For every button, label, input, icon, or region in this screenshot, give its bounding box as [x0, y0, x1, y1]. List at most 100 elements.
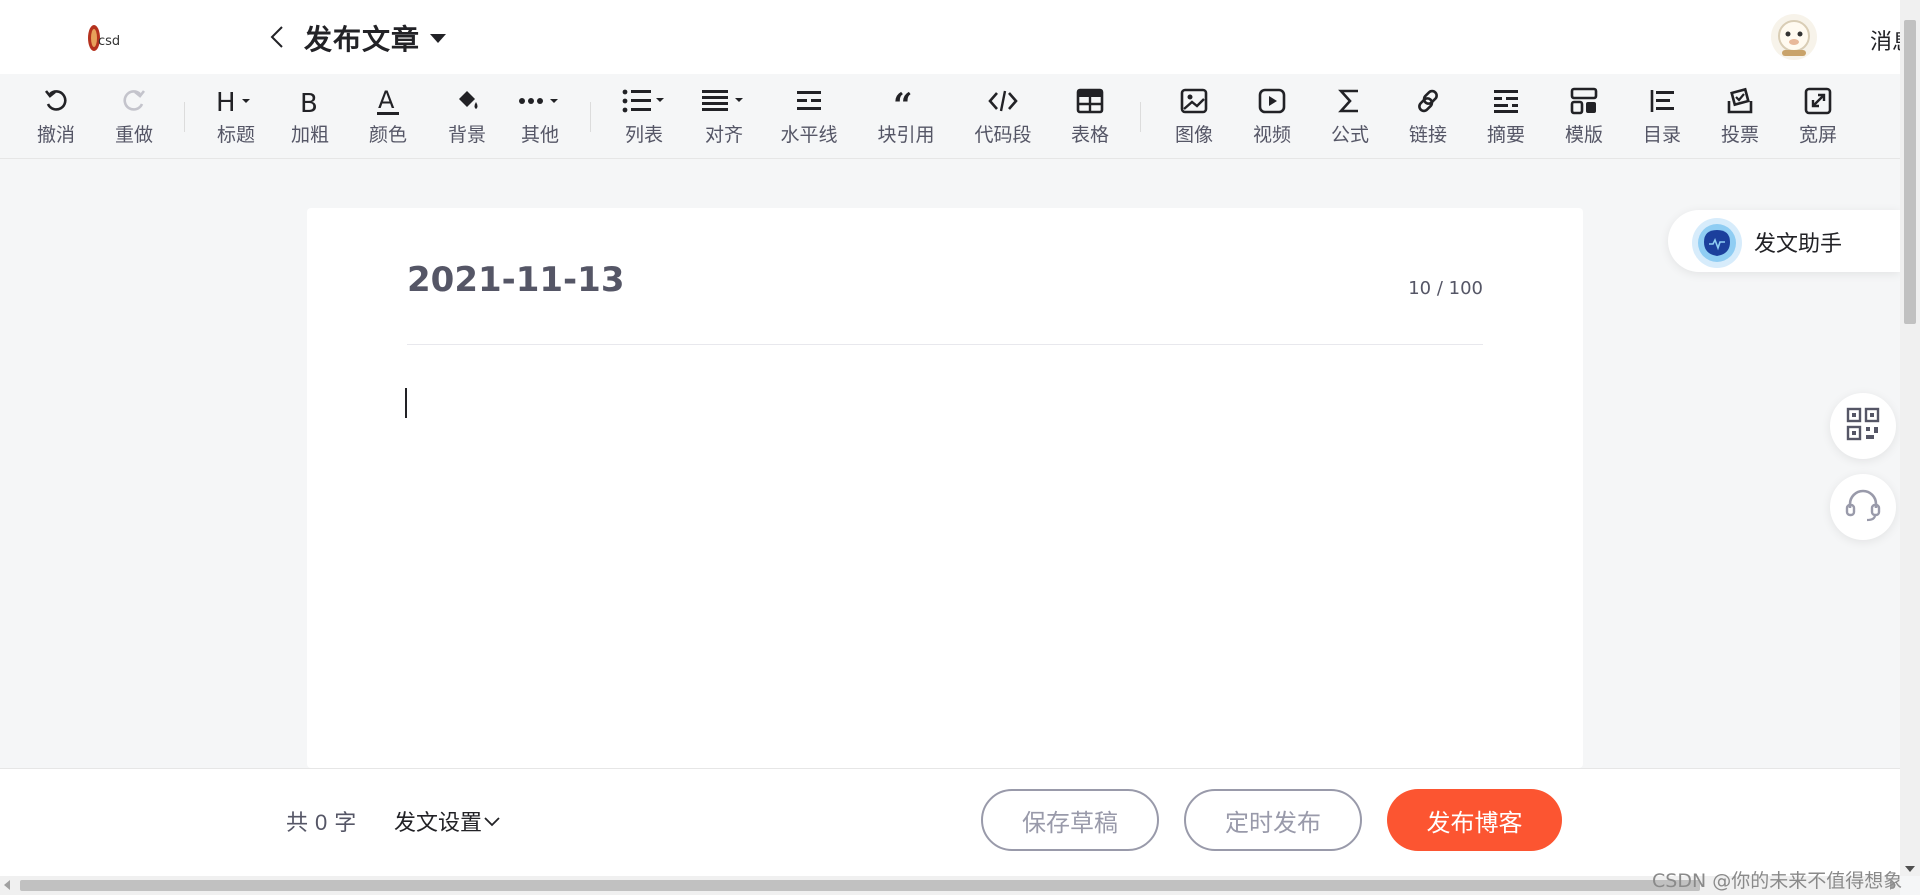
- toolbar-color[interactable]: A 颜色: [368, 84, 408, 154]
- toolbar-toc-label: 目录: [1642, 124, 1681, 146]
- top-header: csdn 发布文章 消息: [0, 0, 1900, 74]
- toolbar-undo-label: 撤消: [36, 124, 75, 146]
- toolbar-summary[interactable]: 摘要: [1486, 84, 1526, 154]
- writing-assistant-button[interactable]: 发文助手: [1668, 210, 1900, 272]
- save-draft-button[interactable]: 保存草稿: [981, 789, 1159, 851]
- article-title-input[interactable]: 2021-11-13: [407, 260, 624, 300]
- editor-canvas[interactable]: 2021-11-13 10 / 100: [307, 208, 1583, 768]
- redo-icon: [120, 84, 148, 118]
- toolbar-list-label: 列表: [624, 124, 663, 146]
- editor-toolbar: 撤消 重做 H 标题 B 加粗 A 颜色 背景 其他 列表 对齐 水平线 “ 块…: [0, 74, 1900, 159]
- toolbar-horizontal-rule-label: 水平线: [780, 124, 838, 146]
- toolbar-bold-label: 加粗: [290, 124, 329, 146]
- schedule-publish-button[interactable]: 定时发布: [1184, 789, 1362, 851]
- toolbar-more-label: 其他: [520, 124, 559, 146]
- toc-icon: [1648, 84, 1676, 118]
- vertical-scroll-thumb[interactable]: [1904, 20, 1916, 324]
- text-color-icon: A: [375, 84, 401, 118]
- toolbar-background[interactable]: 背景: [447, 84, 487, 154]
- title-dropdown-caret-icon[interactable]: [430, 34, 446, 43]
- toolbar-separator: [1140, 102, 1141, 132]
- toolbar-table[interactable]: 表格: [1070, 84, 1110, 154]
- toolbar-color-label: 颜色: [368, 124, 407, 146]
- toolbar-toc[interactable]: 目录: [1642, 84, 1682, 154]
- bottom-action-bar: 共 0 字 发文设置 保存草稿 定时发布 发布博客: [0, 768, 1900, 877]
- toolbar-more[interactable]: 其他: [516, 84, 564, 154]
- toolbar-horizontal-rule[interactable]: 水平线: [780, 84, 838, 154]
- qrcode-icon: [1846, 407, 1880, 445]
- toolbar-background-label: 背景: [447, 124, 486, 146]
- toolbar-widescreen-label: 宽屏: [1798, 124, 1837, 146]
- toolbar-bold[interactable]: B 加粗: [290, 84, 330, 154]
- undo-icon: [42, 84, 70, 118]
- toolbar-link-label: 链接: [1408, 124, 1447, 146]
- table-icon: [1076, 84, 1104, 118]
- word-count-prefix: 共: [286, 811, 309, 836]
- toolbar-blockquote[interactable]: “ 块引用: [876, 84, 936, 154]
- page-title: 发布文章: [304, 23, 421, 56]
- blockquote-icon: “: [893, 84, 919, 118]
- link-icon: [1414, 84, 1442, 118]
- assistant-avatar-icon: [1692, 218, 1742, 268]
- csdn-logo[interactable]: csdn: [84, 18, 128, 56]
- toolbar-align-label: 对齐: [704, 124, 743, 146]
- qrcode-button[interactable]: [1830, 393, 1896, 459]
- word-count-value: 0: [315, 810, 328, 835]
- toolbar-code-label: 代码段: [974, 124, 1032, 146]
- toolbar-separator: [184, 102, 185, 132]
- headset-icon: [1845, 488, 1881, 526]
- back-chevron-icon[interactable]: [264, 22, 290, 52]
- image-icon: [1180, 84, 1208, 118]
- align-icon: [702, 84, 746, 118]
- toolbar-image[interactable]: 图像: [1174, 84, 1214, 154]
- toolbar-image-label: 图像: [1174, 124, 1213, 146]
- toolbar-vote[interactable]: 投票: [1720, 84, 1760, 154]
- toolbar-undo[interactable]: 撤消: [36, 84, 76, 154]
- toolbar-template-label: 模版: [1564, 124, 1603, 146]
- toolbar-template[interactable]: 模版: [1564, 84, 1604, 154]
- title-char-count: 10 / 100: [1408, 278, 1483, 299]
- svg-text:A: A: [378, 86, 395, 114]
- svg-text:B: B: [300, 89, 318, 115]
- toolbar-list[interactable]: 列表: [622, 84, 666, 154]
- toolbar-widescreen[interactable]: 宽屏: [1798, 84, 1838, 154]
- toolbar-align[interactable]: 对齐: [702, 84, 746, 154]
- scroll-left-arrow-icon[interactable]: [4, 880, 10, 890]
- word-count: 共 0 字: [286, 805, 356, 837]
- title-divider: [407, 344, 1483, 345]
- summary-icon: [1492, 84, 1520, 118]
- paint-bucket-icon: [453, 84, 481, 118]
- messages-link[interactable]: 消息: [1870, 24, 1900, 56]
- toolbar-video[interactable]: 视频: [1252, 84, 1292, 154]
- sigma-icon: [1338, 84, 1362, 118]
- svg-text:H: H: [216, 88, 236, 115]
- more-icon: [518, 84, 562, 118]
- horizontal-scroll-thumb[interactable]: [20, 880, 1700, 891]
- customer-service-button[interactable]: [1830, 474, 1896, 540]
- toolbar-formula[interactable]: 公式: [1330, 84, 1370, 154]
- video-icon: [1258, 84, 1286, 118]
- csdn-watermark: CSDN @你的未来不值得想象: [1652, 870, 1903, 892]
- horizontal-scrollbar[interactable]: [0, 876, 1900, 895]
- toolbar-link[interactable]: 链接: [1408, 84, 1448, 154]
- avatar[interactable]: [1770, 12, 1818, 62]
- toolbar-blockquote-label: 块引用: [877, 124, 935, 146]
- scroll-down-arrow-icon[interactable]: [1905, 866, 1915, 872]
- heading-icon: H: [216, 84, 256, 118]
- vertical-scrollbar[interactable]: [1900, 0, 1920, 876]
- toolbar-formula-label: 公式: [1330, 124, 1369, 146]
- toolbar-summary-label: 摘要: [1486, 124, 1525, 146]
- publish-blog-button[interactable]: 发布博客: [1387, 789, 1562, 851]
- svg-text:“: “: [893, 89, 913, 113]
- widescreen-icon: [1804, 84, 1832, 118]
- toolbar-heading[interactable]: H 标题: [216, 84, 256, 154]
- toolbar-redo[interactable]: 重做: [114, 84, 154, 154]
- toolbar-heading-label: 标题: [216, 124, 255, 146]
- toolbar-code[interactable]: 代码段: [973, 84, 1033, 154]
- toolbar-vote-label: 投票: [1720, 124, 1759, 146]
- svg-text:csdn: csdn: [98, 34, 120, 49]
- publish-settings-label: 发文设置: [394, 811, 483, 836]
- publish-settings-toggle[interactable]: 发文设置: [394, 805, 500, 837]
- chevron-down-icon: [484, 809, 500, 834]
- template-icon: [1570, 84, 1598, 118]
